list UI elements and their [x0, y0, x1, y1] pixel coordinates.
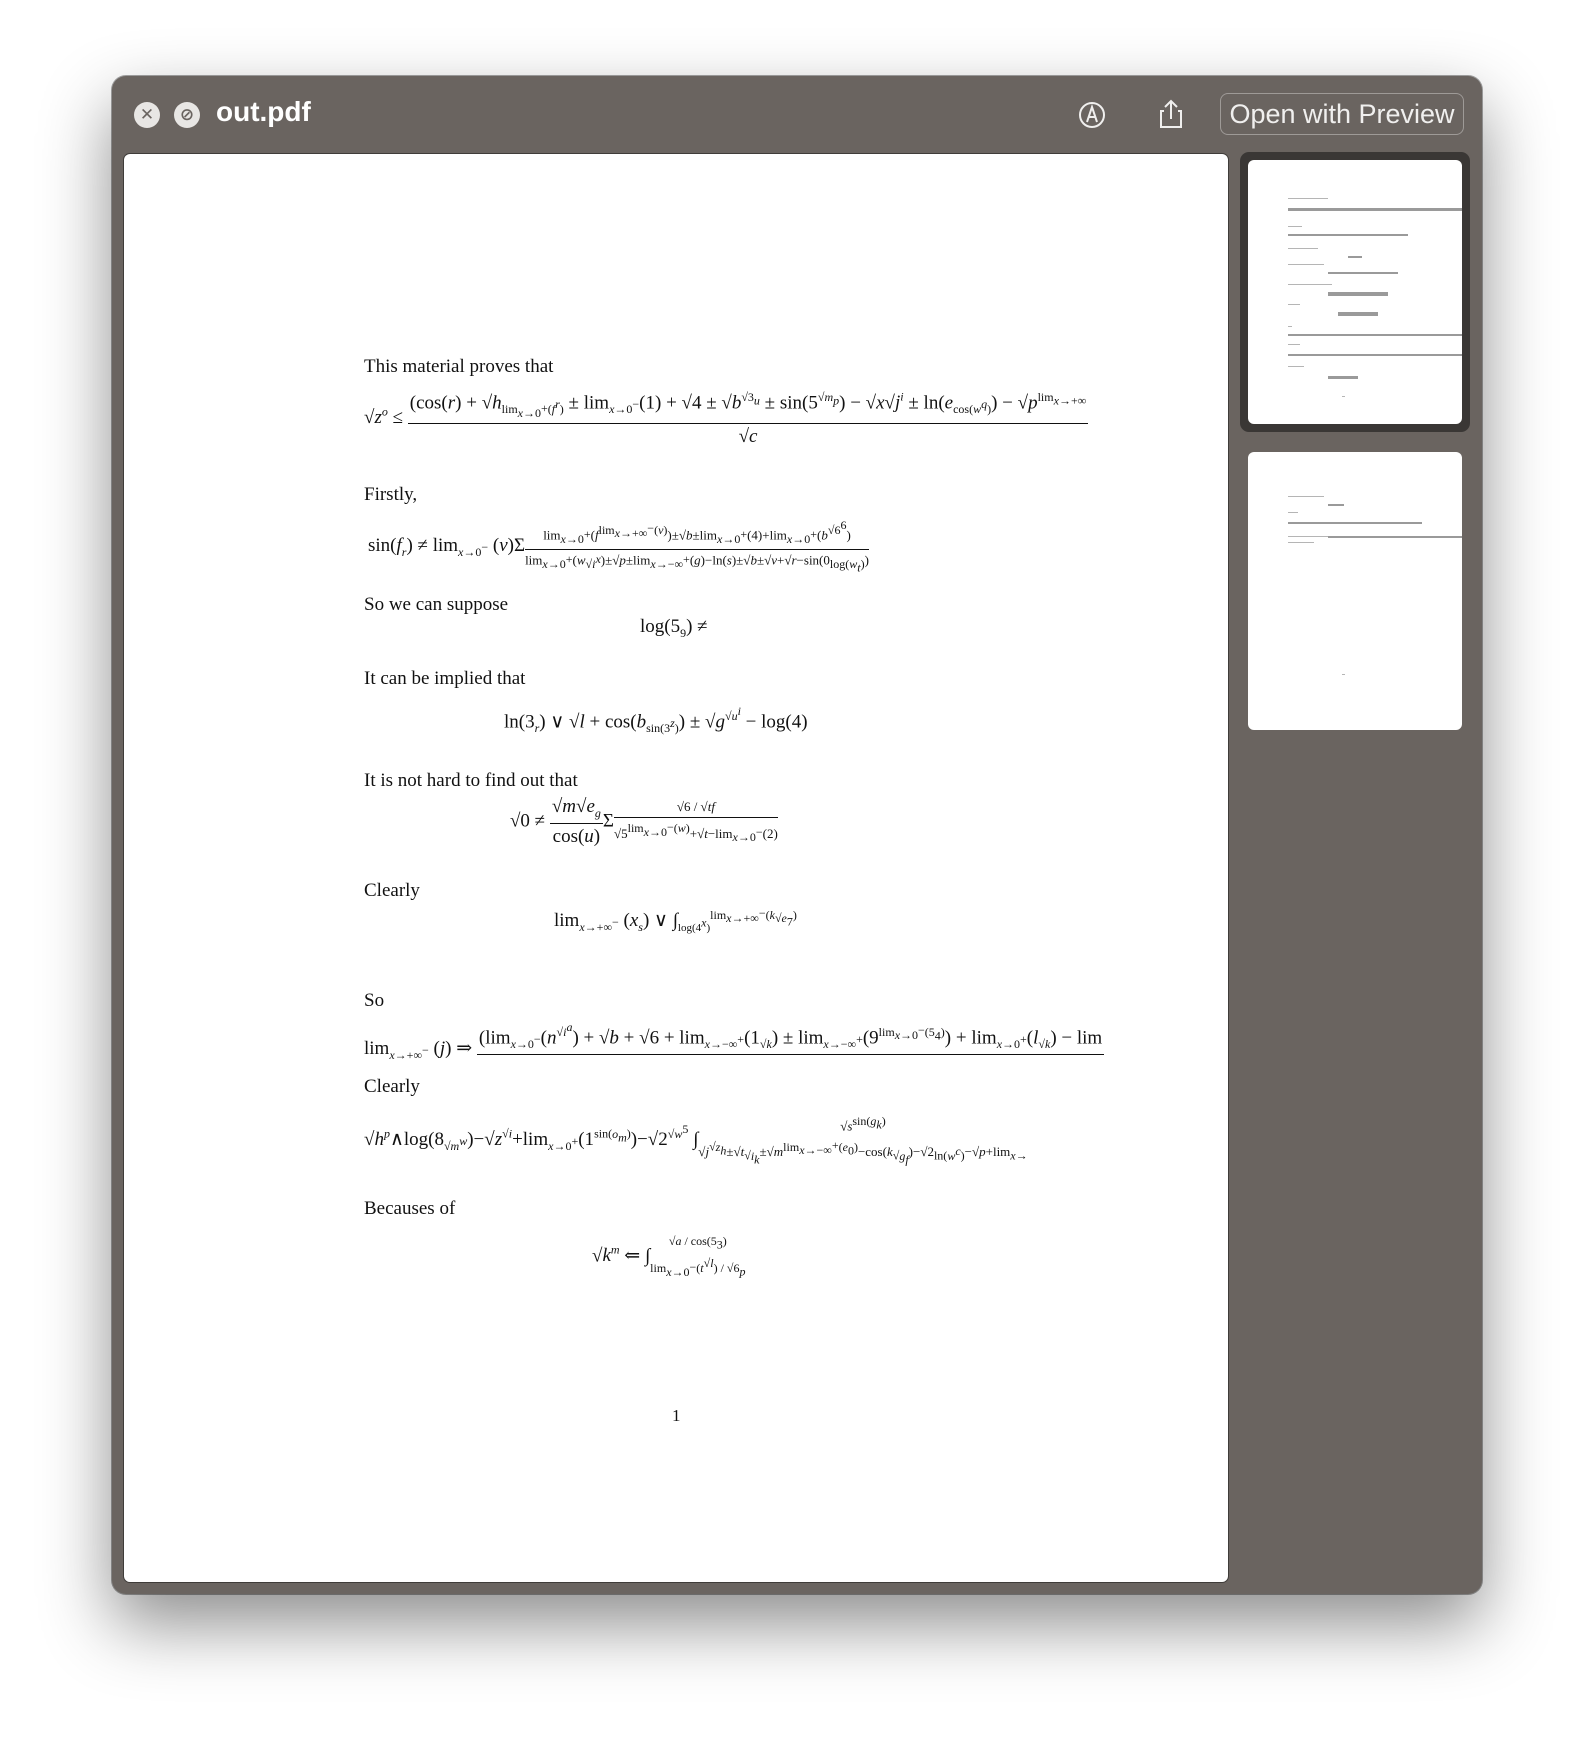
paragraph: Firstly,: [364, 484, 418, 505]
equation: √zo ≤ (cos(r) + √hlimx→0+(fr) ± limx→0−(…: [364, 390, 1089, 447]
titlebar: ✕ ⊘ out.pdf Open with Preview: [112, 76, 1482, 152]
equation: ln(3r) ∨ √l + cos(bsin(3z)) ± √g√ui − lo…: [504, 704, 808, 736]
window-title: out.pdf: [216, 96, 311, 127]
equation: √hp∧log(8√mw)−√z√i+limx→0+(1sin(om))−√2√…: [364, 1114, 1028, 1167]
paragraph: Becauses of: [364, 1198, 456, 1219]
equation: sin(fr) ≠ limx→0− (v)Σ limx→0+(flimx→+∞−(…: [368, 518, 869, 575]
equation: √0 ≠ √m√eg cos(u) Σ √6 / √tf √5limx→0−(w)+√t…: [510, 796, 778, 847]
share-icon[interactable]: [1150, 94, 1192, 136]
paragraph: It is not hard to find out that: [364, 770, 578, 791]
paragraph: Clearly: [364, 880, 420, 901]
close-icon[interactable]: ✕: [134, 102, 160, 128]
paragraph: This material proves that: [364, 356, 554, 377]
paragraph: It can be implied that: [364, 668, 526, 689]
page-number: 1: [672, 1406, 681, 1425]
equation: √km ⇐ ∫ √a / cos(53) limx→0−(t√l) / √6p: [592, 1234, 746, 1279]
page-thumbnail-1[interactable]: [1248, 160, 1462, 424]
equation: limx→+∞− (j) ⇒ (limx→0−(n√ia) + √b + √6 …: [364, 1020, 1105, 1062]
paragraph: So: [364, 990, 385, 1011]
equation: limx→+∞− (xs) ∨ ∫log(4x)limx→+∞−(k√e7): [554, 906, 797, 934]
pdf-page: This material proves that √zo ≤ (cos(r) …: [124, 154, 1228, 1582]
open-with-preview-button[interactable]: Open with Preview: [1220, 93, 1464, 135]
paragraph: So we can suppose: [364, 594, 509, 615]
paragraph: Clearly: [364, 1076, 420, 1097]
quicklook-window: ✕ ⊘ out.pdf Open with Preview This mater…: [112, 76, 1482, 1594]
equation: log(59) ≠: [640, 616, 708, 640]
page-thumbnail-2[interactable]: [1248, 452, 1462, 730]
markup-icon[interactable]: [1071, 94, 1113, 136]
fullscreen-icon[interactable]: ⊘: [174, 102, 200, 128]
